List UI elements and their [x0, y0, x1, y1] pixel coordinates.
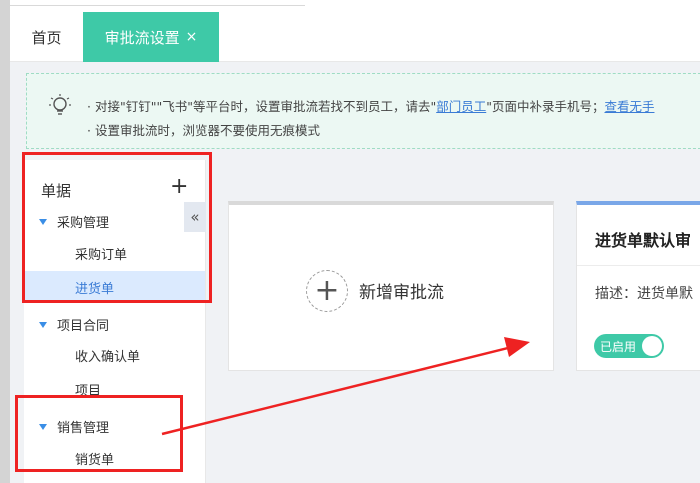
annotation-box-purchase: [22, 152, 212, 303]
sidebar-item-label: 收入确认单: [75, 349, 141, 365]
tab-bar: 首页 审批流设置 ×: [10, 12, 700, 62]
notice-line-1: · 对接"钉钉""飞书"等平台时，设置审批流若找不到员工，请去"部门员工"页面中…: [87, 96, 654, 115]
add-approval-flow-card[interactable]: + 新增审批流: [228, 201, 554, 371]
notice-banner: · 对接"钉钉""飞书"等平台时，设置审批流若找不到员工，请去"部门员工"页面中…: [26, 73, 700, 149]
approval-flow-card[interactable]: 进货单默认审 描述：进货单默 已启用: [576, 201, 700, 371]
left-scrollbar[interactable]: [0, 0, 10, 483]
card-divider: [577, 265, 700, 266]
notice-line-2: · 设置审批流时，浏览器不要使用无痕模式: [87, 123, 320, 138]
add-approval-flow-label: 新增审批流: [359, 283, 444, 303]
dept-staff-link[interactable]: 部门员工: [436, 99, 486, 114]
plus-circle-icon: +: [306, 270, 348, 312]
close-icon[interactable]: ×: [186, 29, 198, 45]
view-more-link[interactable]: 查看无手: [604, 99, 654, 114]
notice-line-1-text: · 对接"钉钉""飞书"等平台时，设置审批流若找不到员工，请去": [87, 99, 437, 114]
lightbulb-icon: [49, 94, 71, 115]
caret-down-icon: [39, 321, 47, 328]
tab-approval-settings-label: 审批流设置: [104, 28, 180, 47]
annotation-box-sales: [15, 395, 183, 472]
sidebar-group-project-contract[interactable]: 项目合同: [39, 315, 109, 334]
enabled-toggle[interactable]: 已启用: [594, 334, 664, 358]
tab-home-label: 首页: [31, 28, 62, 47]
tab-home[interactable]: 首页: [10, 12, 83, 62]
tab-approval-settings[interactable]: 审批流设置 ×: [83, 12, 219, 62]
top-divider: [0, 5, 305, 6]
approval-flow-title: 进货单默认审: [595, 231, 692, 250]
approval-flow-description: 描述：进货单默: [595, 286, 693, 302]
notice-line-1-middle: "页面中补录手机号；: [486, 99, 605, 114]
toggle-knob: [642, 336, 662, 356]
sidebar-item-revenue-confirmation[interactable]: 收入确认单: [24, 339, 205, 371]
scrollbar-thumb[interactable]: [0, 0, 10, 483]
sidebar-group-label: 项目合同: [57, 319, 110, 334]
top-strip: [0, 0, 700, 12]
toggle-label: 已启用: [600, 339, 637, 354]
